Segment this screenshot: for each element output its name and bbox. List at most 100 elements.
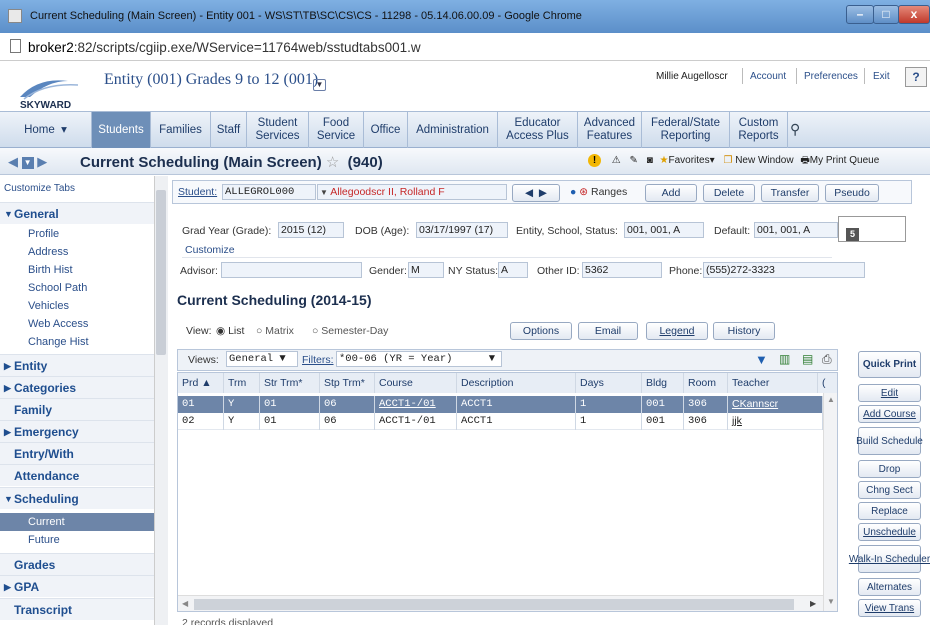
chart-icon[interactable]: ▥ <box>779 352 790 366</box>
radio-icon[interactable]: ○ <box>256 325 262 337</box>
sidebar-tab-family[interactable]: Family <box>0 398 154 420</box>
address-bar[interactable]: broker2:82/scripts/cgiip.exe/WService=11… <box>0 33 930 61</box>
radio-icon[interactable]: ○ <box>312 325 318 337</box>
sidebar-tab-entry-with[interactable]: Entry/With <box>0 442 154 464</box>
help-button[interactable]: ? <box>905 67 927 87</box>
alternates-button[interactable]: Alternates <box>858 578 921 596</box>
chevron-down-icon[interactable]: ▼ <box>489 352 495 366</box>
scroll-down-icon[interactable]: ▼ <box>827 597 835 606</box>
delete-student-button[interactable]: Delete <box>703 184 755 202</box>
scroll-right-icon[interactable]: ▶ <box>810 599 816 608</box>
sidebar-tab-transcript[interactable]: Transcript <box>0 598 154 620</box>
chevron-down-icon[interactable]: ▾ <box>710 155 715 166</box>
nav-office[interactable]: Office <box>364 112 408 148</box>
legend-button[interactable]: Legend <box>646 322 708 340</box>
filter-funnel-icon[interactable]: ▼ <box>755 352 768 367</box>
sidebar-tab-grades[interactable]: Grades <box>0 553 154 575</box>
horizontal-scroll-thumb[interactable] <box>194 599 794 610</box>
sidebar-item-future[interactable]: Future <box>0 531 154 549</box>
maximize-button[interactable]: □ <box>873 5 899 24</box>
record-nav-arrows[interactable]: ◀ ▼ ▶ <box>8 154 47 170</box>
close-button[interactable]: x <box>898 5 930 24</box>
edit-icon[interactable]: ✎ <box>630 155 638 166</box>
grid-horizontal-scrollbar[interactable]: ◀ ▶ <box>178 595 823 611</box>
nav-families[interactable]: Families <box>151 112 211 148</box>
table-row[interactable]: 02 Y 01 06 ACCT1-/01 ACCT1 1 001 306 jjk <box>178 413 823 430</box>
preferences-link[interactable]: Preferences <box>804 71 858 82</box>
quick-print-button[interactable]: Quick Print <box>858 351 921 378</box>
col-course[interactable]: Course <box>375 373 457 393</box>
unschedule-button[interactable]: Unschedule <box>858 523 921 541</box>
edit-button[interactable]: Edit <box>858 384 921 402</box>
nav-students[interactable]: Students <box>92 112 151 148</box>
view-semester-day-radio[interactable]: ○ Semester-Day <box>312 325 388 337</box>
sidebar-item-vehicles[interactable]: Vehicles <box>0 297 154 315</box>
sidebar-item-address[interactable]: Address <box>0 243 154 261</box>
sidebar-item-school-path[interactable]: School Path <box>0 279 154 297</box>
options-button[interactable]: Options <box>510 322 572 340</box>
grid-vertical-scrollbar[interactable]: ▲ ▼ <box>823 393 837 611</box>
build-schedule-button[interactable]: Build Schedule <box>856 427 923 455</box>
sidebar-group-scheduling[interactable]: ▼ Scheduling <box>0 487 154 509</box>
col-stp-trm[interactable]: Stp Trm* <box>320 373 375 393</box>
col-teacher[interactable]: Teacher <box>728 373 818 393</box>
nav-custom-reports[interactable]: Custom Reports <box>730 112 788 148</box>
views-select[interactable]: General ▼ <box>226 351 298 367</box>
student-label[interactable]: Student: <box>178 186 217 198</box>
entity-dropdown-icon[interactable]: ▼ <box>313 79 326 91</box>
chevron-down-icon[interactable]: ▼ <box>21 156 34 169</box>
walk-in-scheduler-button[interactable]: Walk-In Scheduler <box>849 545 930 573</box>
cell-teacher-link[interactable]: CKannscr <box>728 396 823 413</box>
nav-advanced-features[interactable]: Advanced Features <box>578 112 642 148</box>
cell-teacher-link[interactable]: jjk <box>728 413 823 430</box>
radio-selected-icon[interactable]: ◉ <box>216 325 225 337</box>
sidebar-scroll-thumb[interactable] <box>156 190 166 355</box>
col-more[interactable]: ( <box>818 373 837 393</box>
print-preview-icon[interactable]: ⎙ <box>822 352 832 367</box>
email-button[interactable]: Email <box>578 322 638 340</box>
new-window-link[interactable]: New Window <box>735 155 793 166</box>
col-room[interactable]: Room <box>684 373 728 393</box>
student-code-field[interactable]: ALLEGROL000 <box>222 184 316 200</box>
customize-link[interactable]: Customize <box>185 244 235 256</box>
transfer-button[interactable]: Transfer <box>761 184 819 202</box>
scroll-left-icon[interactable]: ◀ <box>182 599 188 608</box>
nav-educator-access-plus[interactable]: Educator Access Plus <box>498 112 578 148</box>
col-trm[interactable]: Trm <box>224 373 260 393</box>
star-icon[interactable]: ☆ <box>326 154 339 171</box>
sidebar-item-web-access[interactable]: Web Access <box>0 315 154 333</box>
view-trans-button[interactable]: View Trans <box>858 599 921 617</box>
view-list-radio[interactable]: ◉ List <box>216 325 244 337</box>
nav-home[interactable]: Home ▾ <box>0 112 92 148</box>
replace-button[interactable]: Replace <box>858 502 921 520</box>
col-str-trm[interactable]: Str Trm* <box>260 373 320 393</box>
nav-food-service[interactable]: Food Service <box>309 112 364 148</box>
drop-button[interactable]: Drop <box>858 460 921 478</box>
sidebar-item-change-hist[interactable]: Change Hist <box>0 333 154 351</box>
account-link[interactable]: Account <box>750 71 786 82</box>
ranges-control[interactable]: ● ⊛ Ranges <box>570 186 627 198</box>
url-text[interactable]: broker2:82/scripts/cgiip.exe/WService=11… <box>28 40 421 55</box>
add-course-button[interactable]: Add Course <box>858 405 921 423</box>
pseudo-button[interactable]: Pseudo <box>825 184 879 202</box>
sidebar-item-profile[interactable]: Profile <box>0 225 154 243</box>
sidebar-item-birth-hist[interactable]: Birth Hist <box>0 261 154 279</box>
col-prd[interactable]: Prd ▲ <box>178 373 224 393</box>
nav-administration[interactable]: Administration <box>408 112 498 148</box>
camera-icon[interactable]: ◙ <box>647 155 653 166</box>
col-bldg[interactable]: Bldg <box>642 373 684 393</box>
alert-icon[interactable]: ! <box>588 154 601 167</box>
chevron-down-icon[interactable]: ▼ <box>320 188 328 197</box>
scroll-up-icon[interactable]: ▲ <box>827 395 835 404</box>
sidebar-group-emergency[interactable]: ▶ Emergency <box>0 420 154 442</box>
cell-course-link[interactable]: ACCT1-/01 <box>375 396 457 413</box>
filters-link[interactable]: Filters: <box>302 354 334 366</box>
sidebar-group-gpa[interactable]: ▶ GPA <box>0 575 154 597</box>
chevron-down-icon[interactable]: ▼ <box>279 353 285 365</box>
sidebar-group-categories[interactable]: ▶ Categories <box>0 376 154 398</box>
col-description[interactable]: Description <box>457 373 576 393</box>
nav-staff[interactable]: Staff <box>211 112 247 148</box>
chng-sect-button[interactable]: Chng Sect <box>858 481 921 499</box>
nav-student-services[interactable]: Student Services <box>247 112 309 148</box>
chevron-down-icon[interactable]: ▾ <box>61 124 67 137</box>
